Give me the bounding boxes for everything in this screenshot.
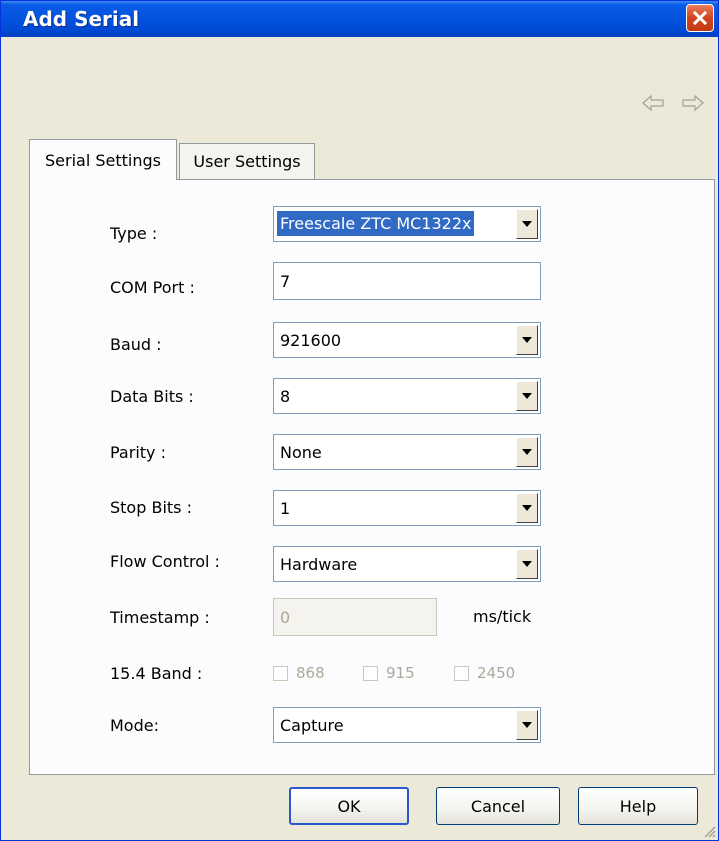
tab-serial-settings[interactable]: Serial Settings — [29, 139, 177, 180]
stop-bits-label: Stop Bits : — [110, 498, 192, 517]
flow-control-select[interactable]: Hardware — [273, 546, 541, 582]
navigation-arrows — [641, 93, 713, 113]
checkbox-box — [454, 665, 469, 681]
mode-dropdown-button[interactable] — [516, 710, 538, 740]
com-port-value: 7 — [280, 272, 291, 291]
parity-label: Parity : — [110, 443, 166, 462]
cancel-button[interactable]: Cancel — [436, 787, 560, 825]
data-bits-dropdown-button[interactable] — [516, 381, 538, 411]
dropdown-arrow-icon — [522, 722, 532, 728]
resize-grip-icon[interactable] — [702, 824, 716, 838]
baud-select[interactable]: 921600 — [273, 322, 541, 358]
tab-user-settings[interactable]: User Settings — [179, 143, 315, 179]
band-label: 15.4 Band : — [110, 664, 203, 683]
baud-label: Baud : — [110, 335, 162, 354]
band-868-checkbox: 868 — [273, 663, 325, 683]
data-bits-value: 8 — [280, 387, 291, 406]
add-serial-dialog: Add Serial Serial Settings User Settings… — [0, 0, 719, 841]
dropdown-arrow-icon — [522, 561, 532, 567]
band-2450-label: 2450 — [477, 664, 516, 682]
com-port-label: COM Port : — [110, 278, 195, 297]
dropdown-arrow-icon — [522, 337, 532, 343]
parity-select[interactable]: None — [273, 434, 541, 470]
stop-bits-select[interactable]: 1 — [273, 490, 541, 526]
stop-bits-dropdown-button[interactable] — [516, 493, 538, 523]
data-bits-label: Data Bits : — [110, 387, 194, 406]
parity-value: None — [280, 443, 322, 462]
title-bar[interactable]: Add Serial — [1, 1, 718, 37]
mode-value: Capture — [280, 716, 344, 735]
band-2450-checkbox: 2450 — [454, 663, 515, 683]
dropdown-arrow-icon — [522, 449, 532, 455]
timestamp-label: Timestamp : — [110, 608, 210, 627]
window-title: Add Serial — [23, 7, 140, 31]
flow-control-value: Hardware — [280, 555, 358, 574]
stop-bits-value: 1 — [280, 499, 291, 518]
band-915-label: 915 — [386, 664, 415, 682]
type-label: Type : — [110, 224, 158, 243]
band-868-label: 868 — [296, 664, 325, 682]
close-icon — [692, 10, 708, 26]
flow-control-label: Flow Control : — [110, 552, 220, 571]
band-915-checkbox: 915 — [363, 663, 415, 683]
close-button[interactable] — [686, 4, 714, 32]
type-value: Freescale ZTC MC1322x — [277, 211, 475, 236]
data-bits-select[interactable]: 8 — [273, 378, 541, 414]
ok-button[interactable]: OK — [289, 787, 409, 825]
dropdown-arrow-icon — [522, 221, 532, 227]
serial-settings-panel: Type : Freescale ZTC MC1322x COM Port : … — [29, 179, 715, 775]
parity-dropdown-button[interactable] — [516, 437, 538, 467]
forward-arrow-icon[interactable] — [681, 93, 705, 113]
timestamp-value: 0 — [280, 608, 291, 627]
dropdown-arrow-icon — [522, 393, 532, 399]
type-dropdown-button[interactable] — [516, 209, 538, 239]
dropdown-arrow-icon — [522, 505, 532, 511]
back-arrow-icon[interactable] — [641, 93, 665, 113]
mode-select[interactable]: Capture — [273, 707, 541, 743]
timestamp-unit: ms/tick — [473, 607, 532, 626]
flow-control-dropdown-button[interactable] — [516, 549, 538, 579]
baud-dropdown-button[interactable] — [516, 325, 538, 355]
help-button[interactable]: Help — [578, 787, 698, 825]
timestamp-input: 0 — [273, 598, 437, 636]
checkbox-box — [363, 665, 378, 681]
baud-value: 921600 — [280, 331, 342, 350]
checkbox-box — [273, 665, 288, 681]
mode-label: Mode: — [110, 716, 159, 735]
com-port-input[interactable]: 7 — [273, 262, 541, 300]
type-select[interactable]: Freescale ZTC MC1322x — [273, 206, 541, 242]
